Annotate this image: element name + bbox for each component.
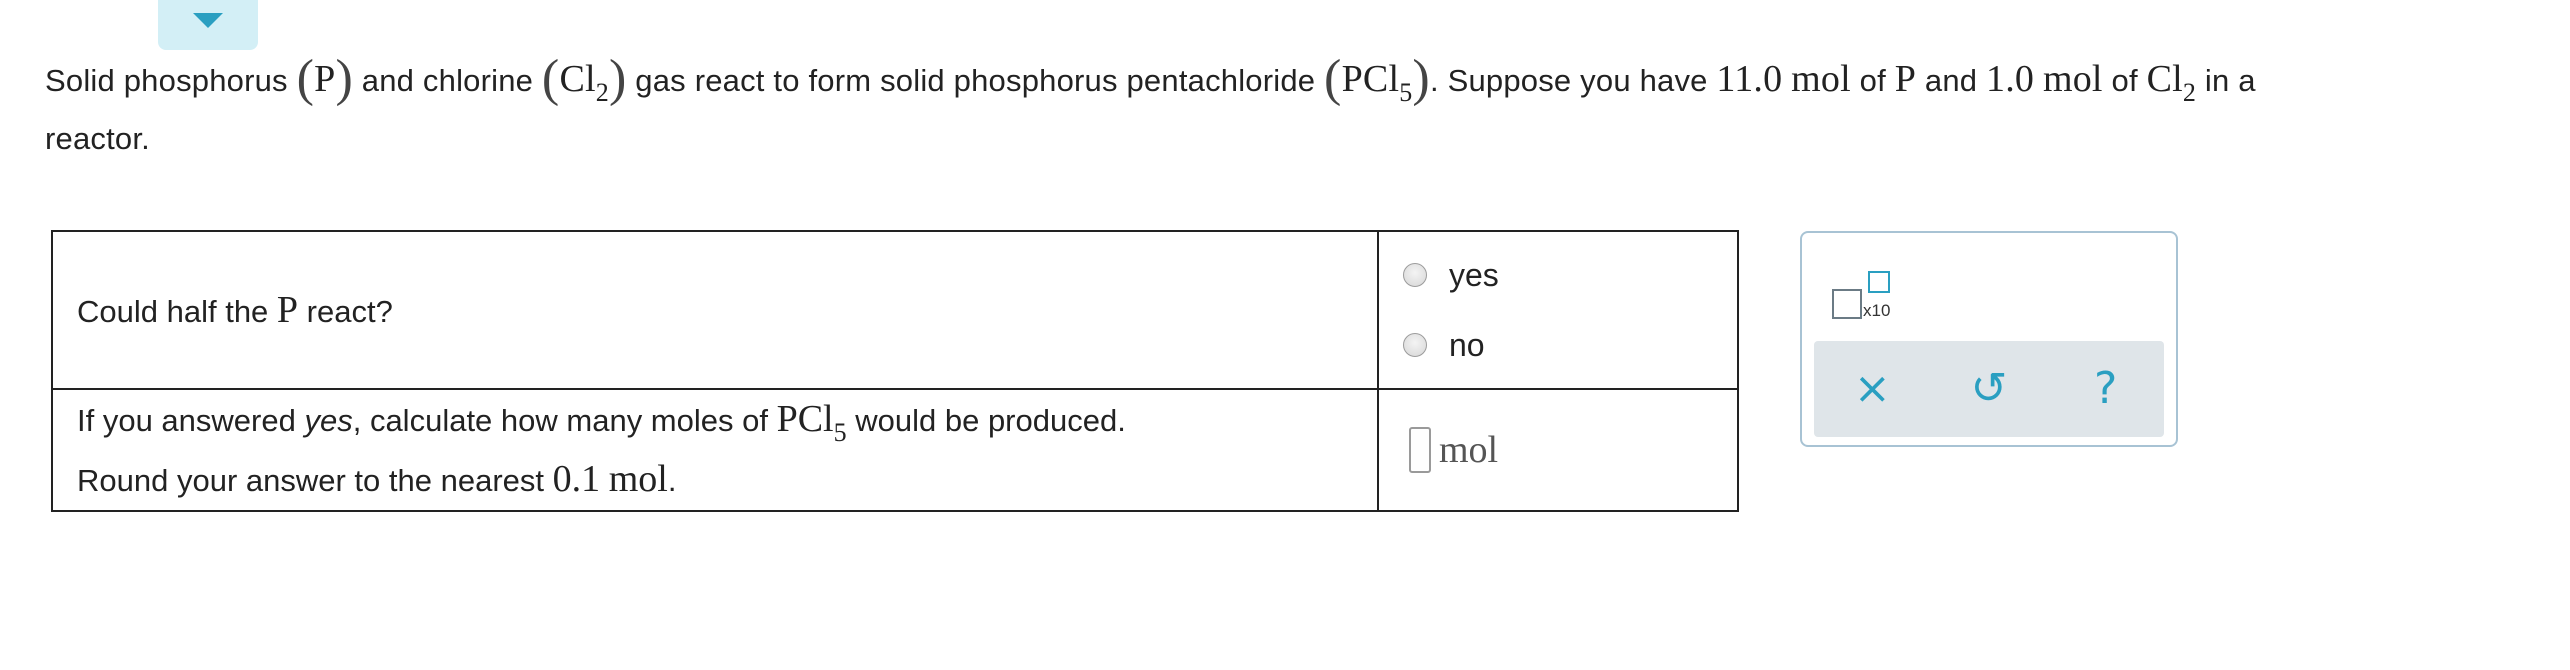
chlorine-formula: Cl	[2146, 58, 2183, 100]
problem-statement: Solid phosphorus (P) and chlorine (Cl2) …	[45, 50, 2256, 156]
scientific-notation-button[interactable]: x10	[1832, 269, 1912, 329]
option-yes[interactable]: yes	[1379, 247, 1737, 303]
phosphorus-symbol: P	[276, 289, 299, 331]
collapse-toggle-button[interactable]	[158, 0, 258, 50]
question-row-2: If you answered yes, calculate how many …	[51, 388, 1739, 512]
rounding-value: 0.1	[552, 458, 601, 500]
help-icon[interactable]: ?	[2076, 367, 2136, 411]
option-no[interactable]: no	[1379, 317, 1737, 373]
product-formula: PCl	[776, 398, 834, 440]
question-2-emphasis: yes	[304, 403, 353, 438]
prompt-text: in a	[2196, 63, 2256, 98]
phosphorus-symbol: P	[1894, 58, 1917, 100]
question-2-label: would be produced.	[846, 403, 1126, 438]
chlorine-subscript: 2	[595, 78, 609, 107]
palette-toolbar: × ↺ ?	[1814, 341, 2164, 437]
option-yes-label: yes	[1449, 256, 1499, 293]
answer-input[interactable]	[1409, 427, 1431, 473]
chlorine-amount: 1.0	[1986, 58, 2035, 100]
phosphorus-symbol: P	[314, 58, 336, 100]
unit-mol: mol	[608, 458, 668, 500]
question-1-label: react?	[298, 294, 393, 329]
question-2-answer: mol	[1377, 388, 1739, 512]
question-table: Could half the P react? yes no If you an…	[51, 230, 1739, 512]
question-2-label: .	[667, 463, 677, 498]
prompt-text: . Suppose you have	[1429, 63, 1717, 98]
product-subscript: 5	[833, 418, 847, 447]
question-2-label: Round your answer to the nearest	[77, 463, 553, 498]
prompt-text: reactor.	[45, 121, 150, 156]
exponent-box-icon	[1868, 271, 1890, 293]
prompt-text: of	[1850, 63, 1895, 98]
question-1-label: Could half the	[77, 294, 277, 329]
question-1-text: Could half the P react?	[51, 230, 1379, 390]
chlorine-subscript: 2	[2182, 78, 2197, 107]
prompt-text: and	[1916, 63, 1987, 98]
prompt-text: of	[2102, 63, 2147, 98]
product-subscript: 5	[1399, 78, 1413, 107]
chevron-down-icon	[193, 13, 223, 28]
radio-yes[interactable]	[1403, 263, 1427, 287]
question-2-label: If you answered	[77, 403, 305, 438]
unit-mol: mol	[2042, 58, 2103, 100]
radio-no[interactable]	[1403, 333, 1427, 357]
phosphorus-amount: 11.0	[1716, 58, 1783, 100]
question-2-label: , calculate how many moles of	[352, 403, 777, 438]
product-formula: PCl	[1341, 58, 1400, 100]
prompt-text: and chlorine	[352, 63, 542, 98]
question-row-1: Could half the P react? yes no	[51, 230, 1739, 390]
clear-icon[interactable]: ×	[1842, 367, 1902, 411]
answer-unit-label: mol	[1439, 429, 1499, 471]
chlorine-formula: Cl	[559, 58, 596, 100]
option-no-label: no	[1449, 326, 1485, 363]
question-1-options: yes no	[1377, 230, 1739, 390]
x10-label: x10	[1863, 301, 1891, 320]
math-tool-palette: x10 × ↺ ?	[1800, 231, 2178, 447]
prompt-text: Solid phosphorus	[45, 63, 297, 98]
mantissa-box-icon	[1832, 289, 1862, 319]
prompt-text: gas react to form solid phosphorus penta…	[626, 63, 1325, 98]
question-2-text: If you answered yes, calculate how many …	[51, 388, 1379, 512]
undo-icon[interactable]: ↺	[1959, 367, 2019, 411]
unit-mol: mol	[1791, 58, 1851, 100]
